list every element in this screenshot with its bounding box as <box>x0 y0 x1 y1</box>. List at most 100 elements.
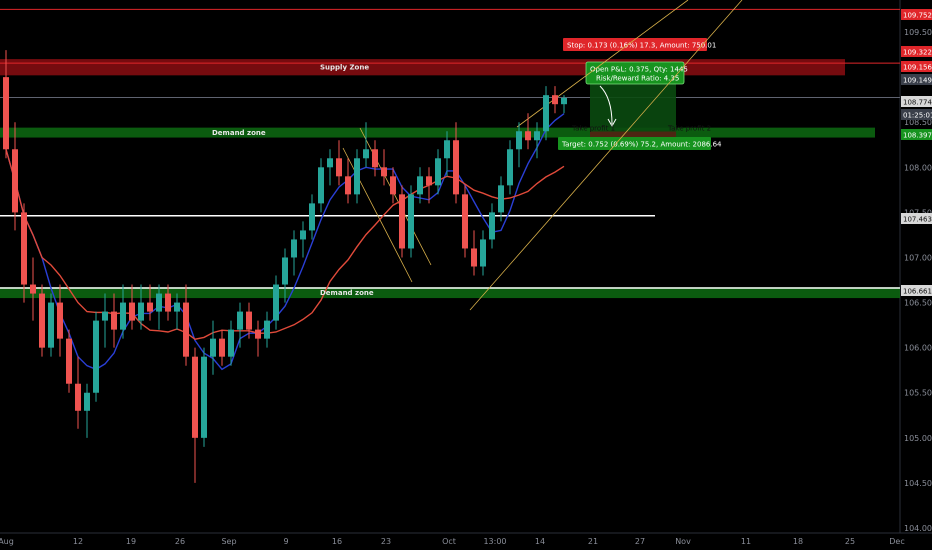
candle-body <box>147 302 153 312</box>
y-tick-label: 104.000 <box>904 524 932 533</box>
candle-body <box>228 329 234 357</box>
candle-body <box>372 149 378 168</box>
candle-body <box>453 140 459 195</box>
candle-body <box>255 329 261 339</box>
price-tag-label: 109.322 <box>903 49 932 57</box>
zone-label: Demand zone <box>212 129 266 137</box>
candle-body <box>156 293 162 312</box>
candle-body <box>66 338 72 384</box>
candle-body <box>309 203 315 231</box>
y-tick-label: 108.000 <box>904 163 932 172</box>
candle-body <box>183 302 189 357</box>
y-tick-label: 109.500 <box>904 28 932 37</box>
candle-body <box>192 356 198 438</box>
candle-body <box>318 167 324 204</box>
candle-body <box>480 239 486 267</box>
candle-body <box>3 77 9 150</box>
candle-body <box>435 158 441 186</box>
pnl-label: Open P&L: 0.375, Qty: 1445 <box>590 66 688 74</box>
candle-body <box>93 320 99 393</box>
price-tag-label: 109.752 <box>903 12 932 20</box>
candle-body <box>399 194 405 249</box>
candle-body <box>507 149 513 186</box>
candle-body <box>552 95 558 105</box>
candle-body <box>444 140 450 159</box>
price-tag-label: 109.156 <box>903 64 932 72</box>
price-chart[interactable]: Stop: 0.173 (0.16%) 17.3, Amount: 750.01… <box>0 0 932 550</box>
x-tick-label: Sep <box>221 537 236 546</box>
x-tick-label: Oct <box>442 537 456 546</box>
candle-body <box>165 293 171 312</box>
candle-body <box>336 158 342 177</box>
plot-background <box>0 0 900 550</box>
x-tick-label: 9 <box>283 537 288 546</box>
price-tag-label: 109.149 <box>903 77 932 85</box>
x-tick-label: 19 <box>126 537 136 546</box>
candle-body <box>111 311 117 330</box>
candle-body <box>246 311 252 330</box>
x-tick-label: 16 <box>332 537 342 546</box>
price-tag-label: 01:25:01 <box>903 112 932 120</box>
candle-body <box>390 176 396 195</box>
zone-label: Supply Zone <box>320 64 369 72</box>
candle-body <box>489 212 495 240</box>
candle-body <box>201 356 207 438</box>
candle-body <box>534 131 540 141</box>
y-tick-label: 104.500 <box>904 479 932 488</box>
candle-body <box>48 302 54 348</box>
price-tag-label: 108.774 <box>903 99 932 107</box>
candle-body <box>408 194 414 249</box>
candle-body <box>273 284 279 321</box>
candle-body <box>138 302 144 321</box>
candle-body <box>39 293 45 348</box>
candle-body <box>300 230 306 240</box>
y-tick-label: 107.000 <box>904 253 932 262</box>
x-tick-label: 21 <box>588 537 598 546</box>
candle-body <box>462 194 468 249</box>
candle-body <box>210 338 216 357</box>
y-tick-label: 105.000 <box>904 434 932 443</box>
candle-body <box>84 392 90 411</box>
x-tick-label: 12 <box>73 537 83 546</box>
candle-body <box>264 320 270 339</box>
candle-body <box>291 239 297 258</box>
zone-band <box>0 59 845 76</box>
y-tick-label: 106.000 <box>904 344 932 353</box>
price-tag-label: 106.661 <box>903 288 932 296</box>
x-tick-label: Aug <box>0 537 14 546</box>
candle-body <box>12 149 18 213</box>
candle-body <box>237 311 243 330</box>
take-profit-label: Take profit 1 <box>571 125 615 133</box>
zone-band <box>0 287 900 299</box>
zone-band <box>0 127 875 138</box>
take-profit-label: Take profit 2 <box>667 125 711 133</box>
x-tick-label: Dec <box>889 537 904 546</box>
zone-label: Demand zone <box>320 289 374 297</box>
candle-body <box>381 167 387 177</box>
price-tag-label: 107.463 <box>903 216 932 224</box>
candle-body <box>354 158 360 195</box>
x-tick-label: 14 <box>535 537 545 546</box>
candle-body <box>471 248 477 267</box>
candle-body <box>129 302 135 321</box>
candle-body <box>426 176 432 186</box>
candle-body <box>21 212 27 285</box>
x-tick-label: Nov <box>675 537 691 546</box>
candle-body <box>219 338 225 357</box>
candle-body <box>363 149 369 159</box>
candle-body <box>561 97 567 105</box>
candle-body <box>498 185 504 213</box>
candle-body <box>174 302 180 312</box>
x-tick-label: 25 <box>845 537 855 546</box>
candle-body <box>120 302 126 330</box>
candle-body <box>525 131 531 141</box>
price-tag-label: 108.397 <box>903 132 932 140</box>
candle-body <box>417 176 423 195</box>
x-tick-label: 11 <box>741 537 751 546</box>
candle-body <box>282 257 288 285</box>
y-tick-label: 105.500 <box>904 389 932 398</box>
candle-body <box>327 158 333 168</box>
candle-body <box>102 311 108 321</box>
candle-body <box>543 95 549 132</box>
rr-label: Risk/Reward Ratio: 4.35 <box>596 75 679 83</box>
